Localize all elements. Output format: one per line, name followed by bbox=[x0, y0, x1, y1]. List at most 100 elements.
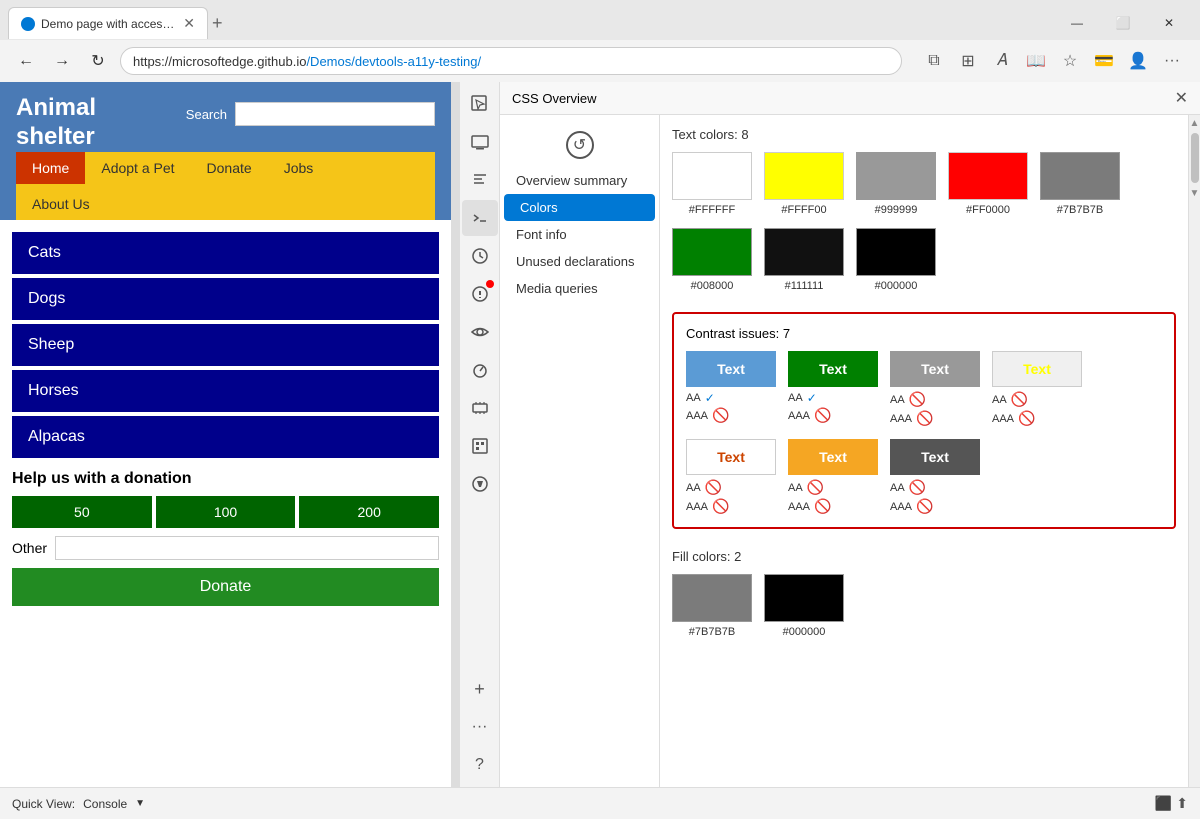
animal-horses[interactable]: Horses bbox=[12, 370, 439, 412]
color-swatch-black[interactable] bbox=[856, 228, 936, 276]
other-amount-input[interactable] bbox=[55, 536, 439, 560]
fill-swatch-gray[interactable] bbox=[672, 574, 752, 622]
nav-about[interactable]: About Us bbox=[16, 188, 435, 220]
immersive-reader-icon[interactable]: 📖 bbox=[1020, 45, 1052, 77]
donation-section: Help us with a donation 50 100 200 Other… bbox=[12, 470, 439, 606]
donate-200-button[interactable]: 200 bbox=[299, 496, 439, 528]
color-swatch-red[interactable] bbox=[948, 152, 1028, 200]
color-swatch-yellow[interactable] bbox=[764, 152, 844, 200]
back-button[interactable]: ← bbox=[12, 47, 40, 75]
expand-icon[interactable]: ⬆ bbox=[1176, 795, 1188, 812]
menu-font-info[interactable]: Font info bbox=[500, 221, 659, 248]
search-input[interactable] bbox=[235, 102, 435, 126]
contrast-title: Contrast issues: 7 bbox=[686, 326, 1162, 341]
forward-button[interactable]: → bbox=[48, 47, 76, 75]
fill-colors-title: Fill colors: 2 bbox=[672, 549, 1176, 564]
contrast-text-5[interactable]: Text bbox=[686, 439, 776, 475]
search-area: Search bbox=[186, 94, 435, 134]
favorites-icon[interactable]: ☆ bbox=[1054, 45, 1086, 77]
sidebar-more-icon[interactable]: ··· bbox=[462, 709, 498, 745]
new-tab-button[interactable]: + bbox=[212, 13, 223, 34]
contrast-ratings-4: AA 🚫 AAA 🚫 bbox=[992, 391, 1082, 427]
contrast-text-3[interactable]: Text bbox=[890, 351, 980, 387]
active-tab[interactable]: Demo page with accessibility issu ✕ bbox=[8, 7, 208, 39]
panel-content: ↺ Overview summary Colors Font info Unus… bbox=[500, 115, 1200, 787]
panel-close-button[interactable]: ✕ bbox=[1175, 88, 1188, 108]
console-chevron[interactable]: ▼ bbox=[135, 798, 145, 809]
inspect-element-icon[interactable] bbox=[462, 86, 498, 122]
url-bar[interactable]: https://microsoftedge.github.io/Demos/de… bbox=[120, 47, 902, 75]
website-preview: Animal shelter Search Home Adopt a Pet D… bbox=[0, 82, 460, 787]
aaa-cross-7: 🚫 bbox=[916, 498, 933, 515]
close-button[interactable]: ✕ bbox=[1146, 7, 1192, 39]
color-label-yellow: #FFFF00 bbox=[781, 204, 826, 216]
console-icon[interactable] bbox=[462, 200, 498, 236]
donate-50-button[interactable]: 50 bbox=[12, 496, 152, 528]
contrast-text-2[interactable]: Text bbox=[788, 351, 878, 387]
contrast-text-1[interactable]: Text bbox=[686, 351, 776, 387]
nav-home[interactable]: Home bbox=[16, 152, 85, 184]
menu-overview-summary[interactable]: Overview summary bbox=[500, 167, 659, 194]
color-swatch-darkgray[interactable] bbox=[1040, 152, 1120, 200]
performance-icon[interactable] bbox=[462, 352, 498, 388]
refresh-button[interactable]: ↻ bbox=[84, 47, 112, 75]
console-label[interactable]: Console bbox=[83, 797, 127, 811]
sources-icon[interactable] bbox=[462, 238, 498, 274]
contrast-text-7[interactable]: Text bbox=[890, 439, 980, 475]
add-tool-icon[interactable]: + bbox=[462, 671, 498, 707]
read-aloud-icon[interactable]: 𝐴 bbox=[986, 45, 1018, 77]
panel-main: Text colors: 8 #FFFFFF #FFFF00 bbox=[660, 115, 1188, 787]
maximize-button[interactable]: ⬜ bbox=[1100, 7, 1146, 39]
tab-close-button[interactable]: ✕ bbox=[183, 15, 195, 32]
donate-button[interactable]: Donate bbox=[12, 568, 439, 606]
color-swatch-green[interactable] bbox=[672, 228, 752, 276]
application-icon[interactable] bbox=[462, 428, 498, 464]
profile-icon[interactable]: 👤 bbox=[1122, 45, 1154, 77]
color-nearblack: #111111 bbox=[764, 228, 844, 292]
menu-unused-declarations[interactable]: Unused declarations bbox=[500, 248, 659, 275]
menu-colors[interactable]: Colors bbox=[504, 194, 655, 221]
help-icon[interactable]: ? bbox=[462, 747, 498, 783]
tab-title: Demo page with accessibility issu bbox=[41, 17, 177, 31]
aa-check-1: ✓ bbox=[705, 391, 715, 405]
nav-donate[interactable]: Donate bbox=[191, 152, 268, 184]
color-swatch-white[interactable] bbox=[672, 152, 752, 200]
scroll-down-button[interactable]: ▼ bbox=[1191, 185, 1199, 201]
settings-more-icon[interactable]: ··· bbox=[1156, 45, 1188, 77]
device-emulation-icon[interactable] bbox=[462, 124, 498, 160]
search-label: Search bbox=[186, 107, 227, 122]
collections-icon[interactable]: ⊞ bbox=[952, 45, 984, 77]
window-controls: — ⬜ ✕ bbox=[1054, 7, 1192, 39]
donate-100-button[interactable]: 100 bbox=[156, 496, 296, 528]
animal-sheep[interactable]: Sheep bbox=[12, 324, 439, 366]
issues-icon[interactable] bbox=[462, 276, 498, 312]
fill-swatch-black[interactable] bbox=[764, 574, 844, 622]
dock-bottom-icon[interactable]: ⬛ bbox=[1155, 795, 1172, 812]
elements-icon[interactable] bbox=[462, 162, 498, 198]
contrast-text-4[interactable]: Text bbox=[992, 351, 1082, 387]
color-swatch-gray[interactable] bbox=[856, 152, 936, 200]
animal-dogs[interactable]: Dogs bbox=[12, 278, 439, 320]
menu-media-queries[interactable]: Media queries bbox=[500, 275, 659, 302]
network-icon[interactable] bbox=[462, 314, 498, 350]
split-screen-icon[interactable]: ⧉ bbox=[918, 45, 950, 77]
scroll-thumb[interactable] bbox=[1191, 133, 1199, 183]
color-swatch-nearblack[interactable] bbox=[764, 228, 844, 276]
css-overview-menu: ↺ Overview summary Colors Font info Unus… bbox=[500, 115, 660, 787]
minimize-button[interactable]: — bbox=[1054, 7, 1100, 39]
css-overview-icon[interactable] bbox=[462, 466, 498, 502]
browser-toolbar: ⧉ ⊞ 𝐴 📖 ☆ 💳 👤 ··· bbox=[918, 45, 1188, 77]
nav-adopt[interactable]: Adopt a Pet bbox=[85, 152, 190, 184]
panel-scrollbar[interactable]: ▲ ▼ bbox=[1188, 115, 1200, 787]
aa-check-2: ✓ bbox=[807, 391, 817, 405]
browser-wallet-icon[interactable]: 💳 bbox=[1088, 45, 1120, 77]
resize-handle[interactable] bbox=[451, 82, 459, 787]
site-header: Animal shelter Search Home Adopt a Pet D… bbox=[0, 82, 451, 220]
memory-icon[interactable] bbox=[462, 390, 498, 426]
nav-jobs[interactable]: Jobs bbox=[268, 152, 330, 184]
animal-cats[interactable]: Cats bbox=[12, 232, 439, 274]
scroll-up-button[interactable]: ▲ bbox=[1191, 115, 1199, 131]
contrast-text-6[interactable]: Text bbox=[788, 439, 878, 475]
overview-refresh-icon[interactable]: ↺ bbox=[566, 131, 594, 159]
animal-alpacas[interactable]: Alpacas bbox=[12, 416, 439, 458]
